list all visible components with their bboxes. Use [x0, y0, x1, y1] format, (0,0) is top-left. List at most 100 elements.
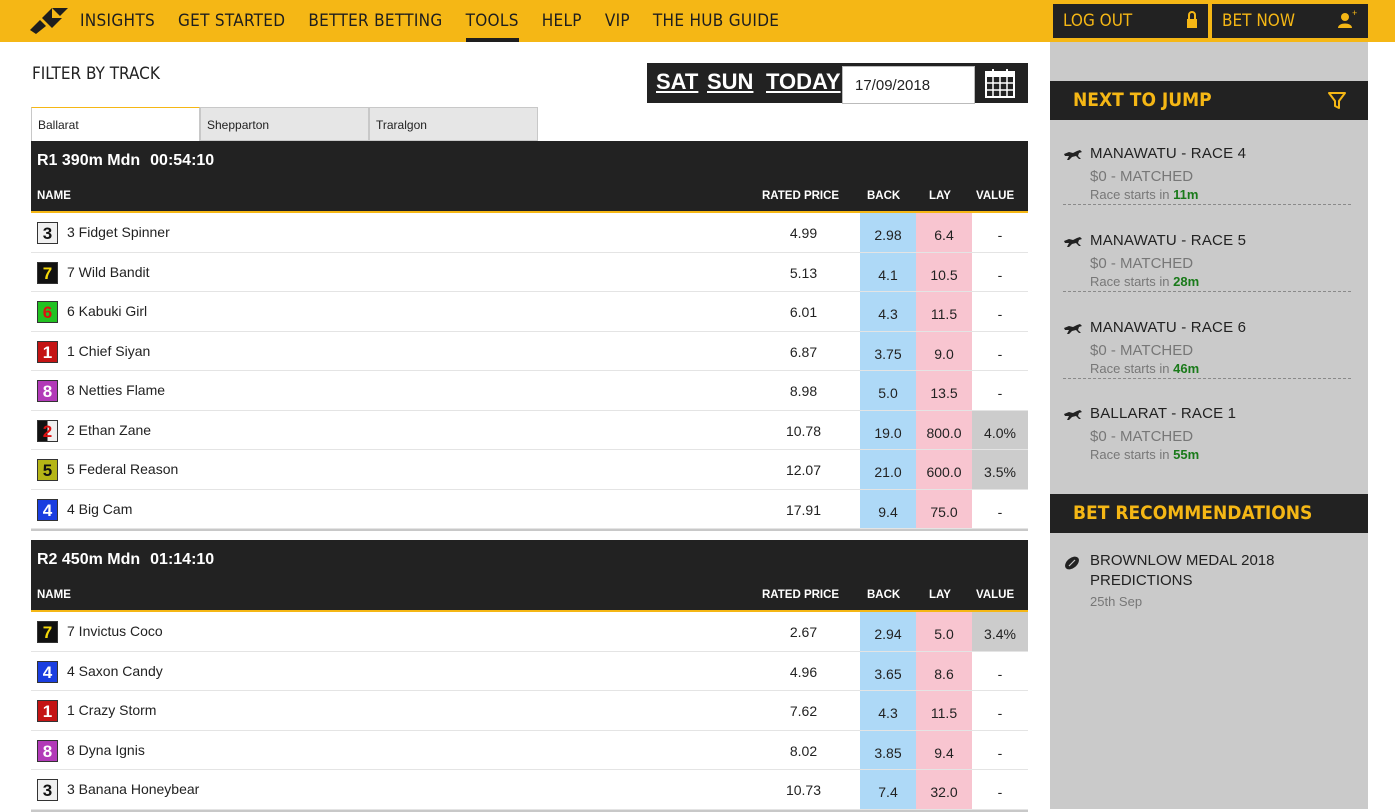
race-link[interactable]: BALLARAT - RACE 1 — [1090, 405, 1236, 422]
runner-name[interactable]: 8 Netties Flame — [67, 382, 165, 398]
back-price-button[interactable]: 5.0 — [860, 371, 916, 410]
runner-name[interactable]: 6 Kabuki Girl — [67, 303, 147, 319]
value-cell: 3.5% — [972, 450, 1028, 489]
runner-row[interactable]: 1 1 Crazy Storm 7.62 4.3 11.5 - — [31, 691, 1028, 731]
race-title: R1 390m Mdn 00:54:10 — [37, 152, 215, 169]
runner-name[interactable]: 4 Saxon Candy — [67, 663, 163, 679]
lay-price-button[interactable]: 10.5 — [916, 252, 972, 291]
runner-name[interactable]: 2 Ethan Zane — [67, 422, 151, 438]
runner-name[interactable]: 4 Big Cam — [67, 501, 132, 517]
rug-number-badge: 6 — [37, 301, 58, 323]
next-to-jump-header: NEXT TO JUMP — [1050, 81, 1368, 120]
lay-price-button[interactable]: 800.0 — [916, 410, 972, 449]
bet-now-button[interactable]: BET NOW + — [1212, 4, 1368, 38]
lay-price-button[interactable]: 9.0 — [916, 331, 972, 370]
runner-row[interactable]: 8 8 Netties Flame 8.98 5.0 13.5 - — [31, 371, 1028, 411]
col-header-back: BACK — [867, 190, 901, 202]
greyhound-icon — [1064, 150, 1082, 160]
back-price-button[interactable]: 2.98 — [860, 213, 916, 252]
filter-icon[interactable] — [1328, 92, 1346, 110]
runner-row[interactable]: 5 5 Federal Reason 12.07 21.0 600.0 3.5% — [31, 450, 1028, 490]
next-to-jump-item[interactable]: MANAWATU - RACE 4 $0 - MATCHED Race star… — [1063, 145, 1351, 205]
back-price-button[interactable]: 3.75 — [860, 331, 916, 370]
next-to-jump-item[interactable]: BALLARAT - RACE 1 $0 - MATCHED Race star… — [1063, 405, 1351, 465]
runner-name[interactable]: 7 Invictus Coco — [67, 623, 163, 639]
back-price-button[interactable]: 3.65 — [860, 651, 916, 690]
lay-price-button[interactable]: 6.4 — [916, 213, 972, 252]
race-card: R2 450m Mdn 01:14:10 NAME RATED PRICE BAC… — [31, 540, 1028, 812]
logout-button[interactable]: LOG OUT — [1053, 4, 1208, 38]
runner-row[interactable]: 7 7 Invictus Coco 2.67 2.94 5.0 3.4% — [31, 612, 1028, 652]
day-sat-link[interactable]: SAT — [656, 69, 698, 95]
next-to-jump-title: NEXT TO JUMP — [1073, 89, 1212, 111]
lay-price-button[interactable]: 13.5 — [916, 371, 972, 410]
back-price-button[interactable]: 7.4 — [860, 770, 916, 809]
col-header-value: VALUE — [976, 589, 1015, 601]
back-price-button[interactable]: 4.3 — [860, 292, 916, 331]
date-input[interactable] — [842, 66, 975, 104]
runner-row[interactable]: 3 3 Fidget Spinner 4.99 2.98 6.4 - — [31, 213, 1028, 253]
next-to-jump-item[interactable]: MANAWATU - RACE 5 $0 - MATCHED Race star… — [1063, 232, 1351, 292]
back-price-button[interactable]: 9.4 — [860, 489, 916, 528]
runner-row[interactable]: 8 8 Dyna Ignis 8.02 3.85 9.4 - — [31, 730, 1028, 770]
runner-row[interactable]: 3 3 Banana Honeybear 10.73 7.4 32.0 - — [31, 770, 1028, 810]
day-sun-link[interactable]: SUN — [707, 69, 753, 95]
race-link[interactable]: MANAWATU - RACE 4 — [1090, 145, 1246, 162]
back-price-button[interactable]: 4.1 — [860, 252, 916, 291]
rug-number-badge: 7 — [37, 621, 58, 643]
logo-icon[interactable] — [30, 8, 68, 34]
runner-name[interactable]: 5 Federal Reason — [67, 461, 178, 477]
col-header-name: NAME — [37, 190, 71, 202]
lay-price-button[interactable]: 8.6 — [916, 651, 972, 690]
nav-item-tools[interactable]: TOOLS — [465, 0, 519, 42]
race-link[interactable]: MANAWATU - RACE 5 — [1090, 232, 1246, 249]
next-to-jump-item[interactable]: MANAWATU - RACE 6 $0 - MATCHED Race star… — [1063, 319, 1351, 379]
lay-price-button[interactable]: 11.5 — [916, 691, 972, 730]
matched-amount: $0 - MATCHED — [1090, 255, 1194, 272]
runner-name[interactable]: 1 Chief Siyan — [67, 343, 150, 359]
runner-row[interactable]: 6 6 Kabuki Girl 6.01 4.3 11.5 - — [31, 292, 1028, 332]
runner-row[interactable]: 4 4 Big Cam 17.91 9.4 75.0 - — [31, 489, 1028, 529]
runner-row[interactable]: 1 1 Chief Siyan 6.87 3.75 9.0 - — [31, 331, 1028, 371]
lay-price-button[interactable]: 32.0 — [916, 770, 972, 809]
nav-item-vip[interactable]: VIP — [605, 0, 630, 42]
race-starts-in: Race starts in 28m — [1090, 274, 1200, 289]
back-price-button[interactable]: 3.85 — [860, 730, 916, 769]
bet-recommendations-title: BET RECOMMENDATIONS — [1073, 502, 1313, 524]
lay-price-button[interactable]: 75.0 — [916, 489, 972, 528]
runner-name[interactable]: 8 Dyna Ignis — [67, 742, 145, 758]
lay-price-button[interactable]: 5.0 — [916, 612, 972, 651]
runner-name[interactable]: 3 Banana Honeybear — [67, 781, 199, 797]
col-header-value: VALUE — [976, 190, 1015, 202]
runner-row[interactable]: 4 4 Saxon Candy 4.96 3.65 8.6 - — [31, 651, 1028, 691]
day-today-link[interactable]: TODAY — [766, 69, 841, 95]
matched-amount: $0 - MATCHED — [1090, 342, 1194, 359]
tab-shepparton[interactable]: Shepparton — [200, 107, 369, 141]
back-price-button[interactable]: 2.94 — [860, 612, 916, 651]
tab-ballarat[interactable]: Ballarat — [31, 107, 200, 141]
lay-price-button[interactable]: 9.4 — [916, 730, 972, 769]
lay-price-button[interactable]: 600.0 — [916, 450, 972, 489]
back-price-button[interactable]: 21.0 — [860, 450, 916, 489]
nav-item-get-started[interactable]: GET STARTED — [178, 0, 285, 42]
rated-price: 8.02 — [789, 742, 818, 759]
value-cell: - — [997, 227, 1003, 243]
back-price-button[interactable]: 19.0 — [860, 410, 916, 449]
back-price-button[interactable]: 4.3 — [860, 691, 916, 730]
runner-row[interactable]: 7 7 Wild Bandit 5.13 4.1 10.5 - — [31, 252, 1028, 292]
value-cell: - — [997, 665, 1003, 682]
runner-name[interactable]: 3 Fidget Spinner — [67, 224, 170, 240]
nav-item-help[interactable]: HELP — [542, 0, 582, 42]
runner-row[interactable]: 2 2 Ethan Zane 10.78 19.0 800.0 4.0% — [31, 410, 1028, 450]
nav-item-insights[interactable]: INSIGHTS — [80, 0, 155, 42]
recommendation-title[interactable]: BROWNLOW MEDAL 2018 PREDICTIONS — [1090, 551, 1340, 591]
tab-traralgon[interactable]: Traralgon — [369, 107, 538, 141]
lay-price-button[interactable]: 11.5 — [916, 292, 972, 331]
runner-name[interactable]: 1 Crazy Storm — [67, 702, 156, 718]
runner-name[interactable]: 7 Wild Bandit — [67, 264, 149, 280]
nav-item-better-betting[interactable]: BETTER BETTING — [308, 0, 442, 42]
calendar-icon[interactable] — [985, 68, 1015, 98]
nav-item-hub-guide[interactable]: THE HUB GUIDE — [653, 0, 779, 42]
race-link[interactable]: MANAWATU - RACE 6 — [1090, 319, 1246, 336]
race-starts-in: Race starts in 46m — [1090, 361, 1200, 376]
